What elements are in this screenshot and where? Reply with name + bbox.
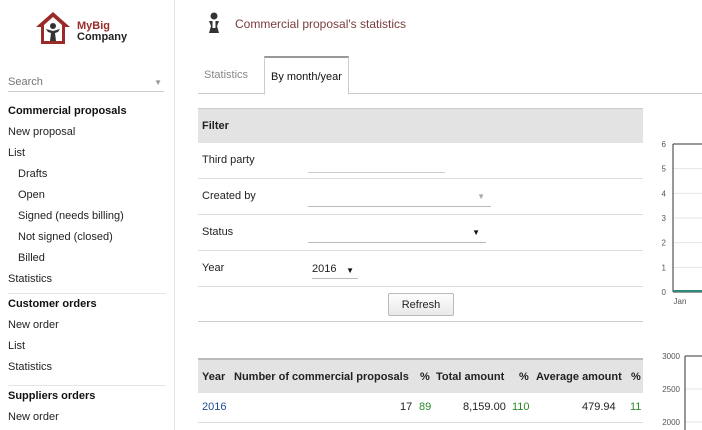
row-total-pct: 110 [512, 401, 530, 413]
menu-title-suppliers-orders[interactable]: Suppliers orders [8, 386, 166, 407]
search-box[interactable]: ▼ [8, 74, 164, 92]
row-count: 17 [400, 401, 413, 413]
menu-item-new-order[interactable]: New order [8, 315, 166, 336]
third-party-input[interactable] [308, 155, 445, 173]
row-total: 8,159.00 [463, 401, 506, 413]
year-select[interactable]: 2016 ▼ [312, 261, 358, 279]
filter-form: Filter Third party Created by ▼ Status ▼… [198, 108, 643, 322]
col-number-pct: % [420, 371, 430, 383]
chart2-y-tick: 3000 [662, 352, 680, 361]
filter-row-third-party: Third party [198, 143, 643, 179]
col-average: Average amount [536, 371, 622, 383]
chart1-x-tick: Jan [674, 297, 687, 306]
col-total-pct: % [519, 371, 529, 383]
row-year-link[interactable]: 2016 [202, 401, 226, 413]
refresh-button[interactable]: Refresh [388, 293, 454, 316]
created-by-label: Created by [202, 190, 256, 202]
chart-amount: 2000 2500 3000 [654, 348, 702, 430]
col-year: Year [202, 371, 226, 383]
chevron-down-icon[interactable]: ▼ [154, 78, 162, 87]
menu-item-open[interactable]: Open [8, 185, 166, 206]
menu-title-customer-orders[interactable]: Customer orders [8, 294, 166, 315]
menu-section-customer-orders: Customer orders New order List Statistic… [8, 293, 166, 378]
menu-item-billed[interactable]: Billed [8, 248, 166, 269]
status-label: Status [202, 226, 234, 238]
chart1-y-tick: 2 [662, 239, 667, 248]
chart2-svg: 2000 2500 3000 [662, 352, 702, 430]
chart2-y-tick: 2000 [662, 418, 680, 427]
status-select[interactable]: ▼ [308, 225, 486, 243]
menu-item-orders-list[interactable]: List [8, 336, 166, 357]
menu-section-commercial: Commercial proposals New proposal List D… [8, 101, 166, 290]
menu-item-orders-statistics[interactable]: Statistics [8, 357, 166, 378]
filter-row-year: Year 2016 ▼ [198, 251, 643, 287]
chart1-y-tick: 5 [662, 165, 667, 174]
menu-item-new-proposal[interactable]: New proposal [8, 122, 166, 143]
menu-item-statistics[interactable]: Statistics [8, 269, 166, 290]
filter-heading: Filter [198, 108, 643, 143]
row-count-pct: 89 [419, 401, 432, 413]
company-logo[interactable]: MyBig Company [34, 10, 144, 50]
company-name: MyBig Company [77, 21, 127, 43]
menu-section-suppliers-orders: Suppliers orders New order [8, 385, 166, 428]
menu-item-signed[interactable]: Signed (needs billing) [8, 206, 166, 227]
menu-item-list[interactable]: List [8, 143, 166, 164]
table-row: 2016 17 89 8,159.00 110 479.94 11 [198, 393, 643, 423]
menu-item-supplier-new-order[interactable]: New order [8, 407, 166, 428]
created-by-select[interactable]: ▼ [308, 189, 491, 207]
filter-row-created-by: Created by ▼ [198, 179, 643, 215]
menu-item-drafts[interactable]: Drafts [8, 164, 166, 185]
row-average-pct: 11 [630, 401, 642, 413]
chevron-down-icon: ▼ [472, 228, 480, 237]
stats-table-header: Year Number of commercial proposals % To… [198, 358, 643, 393]
third-party-label: Third party [202, 154, 255, 166]
row-average: 479.94 [582, 401, 616, 413]
chevron-down-icon: ▼ [477, 192, 485, 201]
menu-title-commercial-proposals[interactable]: Commercial proposals [8, 101, 166, 122]
house-logo-icon [36, 12, 70, 44]
logo-line2: Company [77, 31, 128, 43]
chevron-down-icon: ▼ [346, 266, 354, 275]
filter-row-status: Status ▼ [198, 215, 643, 251]
col-total: Total amount [436, 371, 505, 383]
chart1-svg: 0 1 2 3 4 5 6 Jan [662, 140, 702, 306]
chart1-y-tick: 4 [662, 189, 667, 198]
menu-item-not-signed[interactable]: Not signed (closed) [8, 227, 166, 248]
col-number: Number of commercial proposals [234, 371, 409, 383]
year-value: 2016 [312, 263, 337, 275]
page-title: Commercial proposal's statistics [235, 17, 407, 31]
chart1-y-tick: 3 [662, 214, 667, 223]
chart-proposals-count: 0 1 2 3 4 5 6 Jan [654, 136, 702, 316]
stats-table: Year Number of commercial proposals % To… [198, 358, 643, 423]
chart1-y-tick: 6 [662, 140, 667, 149]
search-input[interactable] [8, 74, 148, 90]
chart1-y-tick: 1 [662, 263, 667, 272]
filter-divider [198, 321, 643, 322]
main-content: Commercial proposal's statistics Statist… [176, 0, 702, 430]
col-average-pct: % [631, 371, 641, 383]
tab-statistics[interactable]: Statistics [198, 56, 254, 94]
tab-bar: Statistics By month/year [198, 56, 702, 95]
sidebar: MyBig Company ▼ Commercial proposals New… [0, 0, 175, 430]
chart1-y-tick: 0 [662, 288, 667, 297]
chart2-y-tick: 2500 [662, 385, 680, 394]
proposal-icon [209, 12, 219, 33]
tab-by-month-year[interactable]: By month/year [264, 56, 349, 95]
year-label: Year [202, 262, 225, 274]
